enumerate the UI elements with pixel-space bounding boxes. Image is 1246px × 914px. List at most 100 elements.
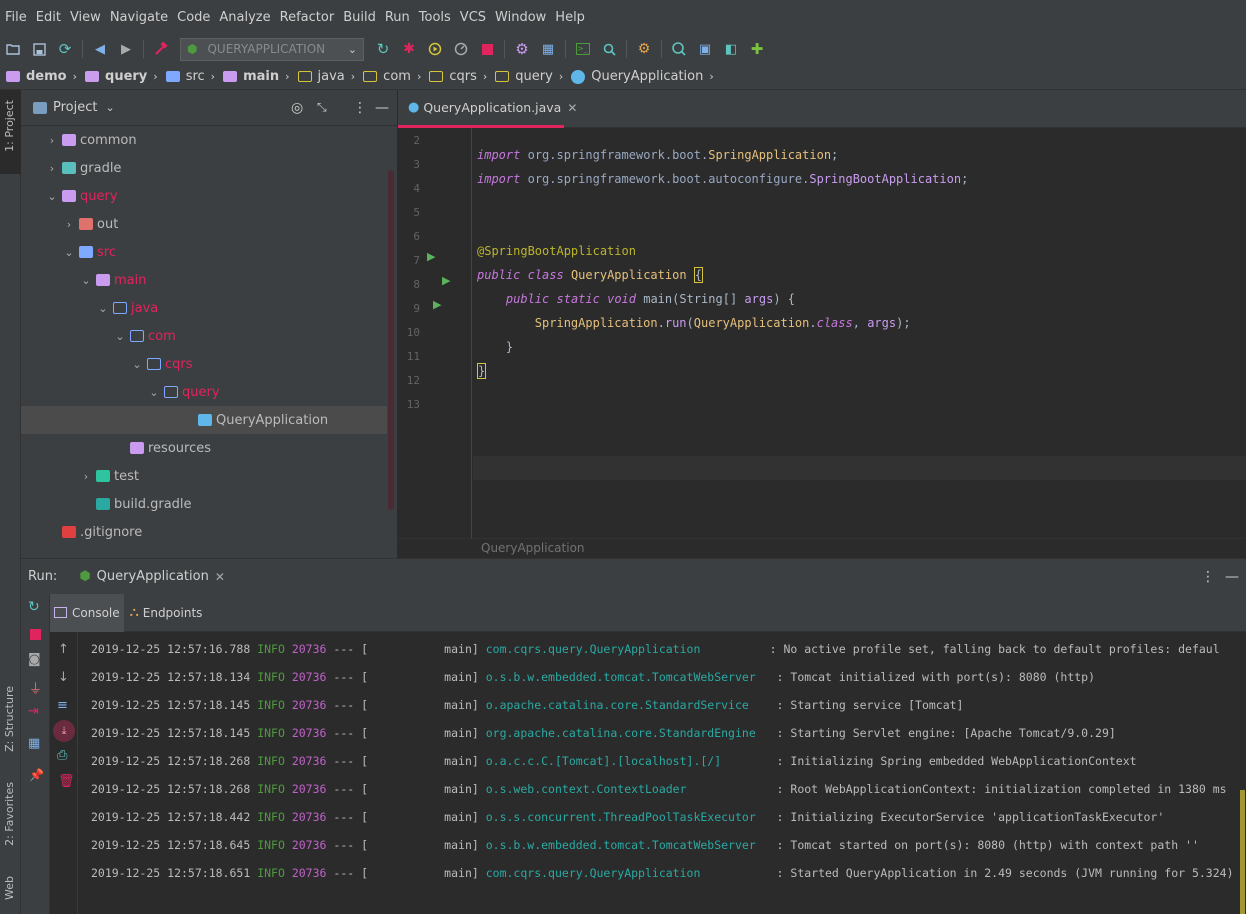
more-options-icon[interactable]: ⋮ xyxy=(353,100,367,116)
menu-help[interactable]: Help xyxy=(550,10,589,25)
project-tool-tab[interactable]: 1: Project xyxy=(3,100,16,152)
expand-arrow-icon[interactable]: ⌄ xyxy=(146,386,162,399)
code-line-12[interactable]: } xyxy=(477,363,487,379)
tree-item[interactable]: resources xyxy=(21,434,387,462)
expand-arrow-icon[interactable]: ⌄ xyxy=(95,302,111,315)
tree-item[interactable]: › gradle xyxy=(21,154,387,182)
tree-item[interactable]: ⌄ query xyxy=(21,182,387,210)
diagram-icon[interactable]: ◧ xyxy=(720,38,742,60)
trash-icon[interactable]: 🗑 xyxy=(58,774,75,789)
tree-item[interactable]: ⌄ java xyxy=(21,294,387,322)
minimize-icon[interactable]: — xyxy=(375,100,389,116)
breadcrumb-item[interactable]: query › xyxy=(495,69,571,84)
tree-item[interactable]: › test xyxy=(21,462,387,490)
collapse-icon[interactable]: ⤡ xyxy=(317,100,327,115)
save-icon[interactable] xyxy=(28,38,50,60)
plugin-icon[interactable]: ✚ xyxy=(746,38,768,60)
up-icon[interactable]: ↑ xyxy=(58,642,69,657)
menu-code[interactable]: Code xyxy=(172,10,214,25)
run-gutter-icon[interactable]: ▶ xyxy=(433,298,441,311)
debug-icon[interactable]: ✱ xyxy=(398,38,420,60)
favorites-tool-tab[interactable]: 2: Favorites xyxy=(3,782,16,846)
structure-icon[interactable]: ▦ xyxy=(537,38,559,60)
layout-icon[interactable]: ▦ xyxy=(28,736,40,751)
search-icon[interactable] xyxy=(598,38,620,60)
expand-arrow-icon[interactable]: › xyxy=(44,134,60,147)
hammer-icon[interactable] xyxy=(150,38,172,60)
menu-view[interactable]: View xyxy=(65,10,105,25)
exit-icon[interactable]: ⇥ xyxy=(28,704,39,719)
breadcrumb-item[interactable]: demo › xyxy=(6,69,85,84)
expand-arrow-icon[interactable]: › xyxy=(78,470,94,483)
breadcrumb-item[interactable]: java › xyxy=(297,69,364,84)
tree-item[interactable]: ⌄ query xyxy=(21,378,387,406)
run-tab-queryapplication[interactable]: ⬢ QueryApplication ✕ xyxy=(75,558,229,595)
tree-item[interactable]: ⌄ src xyxy=(21,238,387,266)
menu-window[interactable]: Window xyxy=(490,10,550,25)
sdk-icon[interactable]: ⚙ xyxy=(633,38,655,60)
tree-item[interactable]: › common xyxy=(21,126,387,154)
breadcrumb-item[interactable]: main › xyxy=(223,69,297,84)
code-line-3[interactable]: import org.springframework.boot.SpringAp… xyxy=(477,148,838,162)
breadcrumb-item[interactable]: cqrs › xyxy=(429,69,495,84)
console-output[interactable]: 2019-12-25 12:57:16.788 INFO 20736 --- [… xyxy=(78,632,1246,914)
menu-build[interactable]: Build xyxy=(338,10,380,25)
locate-icon[interactable]: ◎ xyxy=(291,100,303,116)
project-view-select[interactable]: Project xyxy=(53,100,97,115)
scroll-to-end-icon[interactable]: ⤓ xyxy=(53,720,75,742)
sync-icon[interactable]: ⟳ xyxy=(54,38,76,60)
breadcrumb-item[interactable]: src › xyxy=(165,69,223,84)
expand-arrow-icon[interactable]: ⌄ xyxy=(78,274,94,287)
back-icon[interactable]: ◀ xyxy=(89,38,111,60)
menu-refactor[interactable]: Refactor xyxy=(275,10,339,25)
stop-icon[interactable] xyxy=(476,38,498,60)
tree-item[interactable]: › out xyxy=(21,210,387,238)
structure-tool-tab[interactable]: Z: Structure xyxy=(3,686,16,752)
tree-item[interactable]: build.gradle xyxy=(21,490,387,518)
expand-arrow-icon[interactable]: › xyxy=(44,162,60,175)
console-tab[interactable]: Console xyxy=(50,593,124,632)
breadcrumb-item[interactable]: QueryApplication › xyxy=(571,69,722,84)
tree-item[interactable]: .gitignore xyxy=(21,518,387,546)
tree-scrollbar[interactable] xyxy=(388,170,394,510)
tree-item[interactable]: ⌄ main xyxy=(21,266,387,294)
more-options-icon[interactable]: ⋮ xyxy=(1201,569,1215,585)
menu-tools[interactable]: Tools xyxy=(414,10,455,25)
tree-item[interactable]: ⌄ com xyxy=(21,322,387,350)
expand-arrow-icon[interactable]: ⌄ xyxy=(112,330,128,343)
code-line-7[interactable]: @SpringBootApplication xyxy=(477,244,636,258)
code-line-9[interactable]: public static void main(String[] args) { xyxy=(477,292,795,306)
down-icon[interactable]: ↓ xyxy=(58,670,69,685)
menu-analyze[interactable]: Analyze xyxy=(214,10,274,25)
close-icon[interactable]: ✕ xyxy=(215,570,225,584)
close-icon[interactable]: ✕ xyxy=(567,101,577,115)
tree-item[interactable]: ⌄ cqrs xyxy=(21,350,387,378)
web-tool-tab[interactable]: Web xyxy=(3,876,16,900)
chevron-down-icon[interactable]: ⌄ xyxy=(105,101,114,114)
expand-arrow-icon[interactable]: ⌄ xyxy=(61,246,77,259)
editor-tab-queryapplication[interactable]: ● QueryApplication.java ✕ xyxy=(398,90,577,128)
tree-item[interactable]: QueryApplication xyxy=(21,406,387,434)
expand-arrow-icon[interactable]: ⌄ xyxy=(129,358,145,371)
db-icon[interactable] xyxy=(668,38,690,60)
code-line-10[interactable]: SpringApplication.run(QueryApplication.c… xyxy=(477,316,911,330)
expand-arrow-icon[interactable]: ⌄ xyxy=(44,190,60,203)
menu-vcs[interactable]: VCS xyxy=(455,10,490,25)
folder-open-icon[interactable] xyxy=(2,38,24,60)
endpoints-tab[interactable]: ⛬ Endpoints xyxy=(124,594,209,632)
console-scrollbar[interactable] xyxy=(1240,790,1245,914)
terminal-icon[interactable]: >_ xyxy=(572,38,594,60)
minimize-icon[interactable]: — xyxy=(1225,569,1239,585)
editor-footer-breadcrumb[interactable]: QueryApplication xyxy=(398,538,1246,558)
run-gutter-icon[interactable]: ▶ xyxy=(442,274,450,287)
menu-file[interactable]: File xyxy=(0,10,31,25)
expand-arrow-icon[interactable]: › xyxy=(61,218,77,231)
menu-edit[interactable]: Edit xyxy=(31,10,65,25)
breadcrumb-item[interactable]: query › xyxy=(85,69,166,84)
menu-run[interactable]: Run xyxy=(380,10,414,25)
coverage-icon[interactable] xyxy=(424,38,446,60)
code-line-11[interactable]: } xyxy=(477,340,513,354)
run-config-select[interactable]: ⬢ QUERYAPPLICATION ⌄ xyxy=(180,37,364,61)
print-icon[interactable]: ⎙ xyxy=(57,748,67,763)
menu-navigate[interactable]: Navigate xyxy=(105,10,172,25)
